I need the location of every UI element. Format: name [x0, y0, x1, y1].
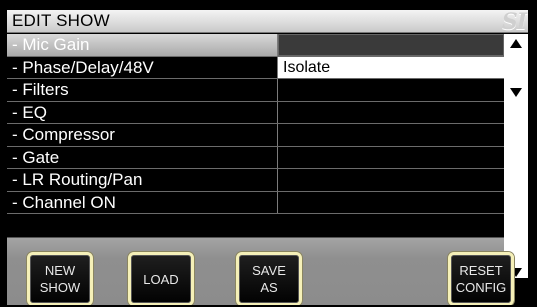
menu-item-label: - Mic Gain [7, 34, 278, 56]
menu-item-label: - Filters [7, 79, 278, 101]
button-bar: NEW SHOW LOAD SAVE AS RESET CONFIG [7, 237, 514, 305]
menu-item-value [278, 169, 504, 191]
menu-item-label: - Phase/Delay/48V [7, 56, 278, 78]
title-bar: EDIT SHOW SI [7, 9, 528, 35]
menu-item-value [278, 79, 504, 101]
menu-item-gate[interactable]: - Gate [7, 146, 528, 169]
menu-item-value [278, 124, 504, 146]
menu-item-value [278, 192, 504, 214]
menu-item-value [278, 147, 504, 169]
menu-item-lr-routing-pan[interactable]: - LR Routing/Pan [7, 169, 528, 192]
menu-item-label: - EQ [7, 101, 278, 123]
menu-item-value[interactable] [278, 34, 504, 56]
menu-item-value [278, 102, 504, 124]
menu-item-filters[interactable]: - Filters [7, 79, 528, 102]
save-as-button[interactable]: SAVE AS [236, 252, 302, 305]
page-title: EDIT SHOW [12, 11, 110, 30]
load-button[interactable]: LOAD [128, 252, 194, 305]
menu-item-label: - Gate [7, 146, 278, 168]
menu-item-label: - LR Routing/Pan [7, 169, 278, 191]
edit-show-panel: EDIT SHOW SI - Mic Gain - Phase/Delay/48… [4, 4, 533, 305]
phase-option-dropdown[interactable]: Isolate [278, 56, 504, 78]
menu-item-label: - Channel ON [7, 191, 278, 213]
dropdown-arrow-icon[interactable] [510, 88, 522, 97]
new-show-button[interactable]: NEW SHOW [27, 252, 93, 305]
menu-item-phase-delay-48v[interactable]: - Phase/Delay/48V Isolate [7, 56, 528, 79]
reset-config-button[interactable]: RESET CONFIG [448, 252, 514, 305]
menu-item-eq[interactable]: - EQ [7, 101, 528, 124]
edit-show-menu-list: - Mic Gain - Phase/Delay/48V Isolate - F… [7, 34, 528, 214]
menu-item-channel-on[interactable]: - Channel ON [7, 191, 528, 214]
brand-logo: SI [501, 9, 527, 35]
menu-item-label: - Compressor [7, 124, 278, 146]
menu-item-mic-gain[interactable]: - Mic Gain [7, 34, 528, 57]
menu-item-compressor[interactable]: - Compressor [7, 124, 528, 147]
list-scrollbar[interactable] [504, 34, 528, 278]
scroll-up-arrow-icon[interactable] [510, 39, 522, 48]
